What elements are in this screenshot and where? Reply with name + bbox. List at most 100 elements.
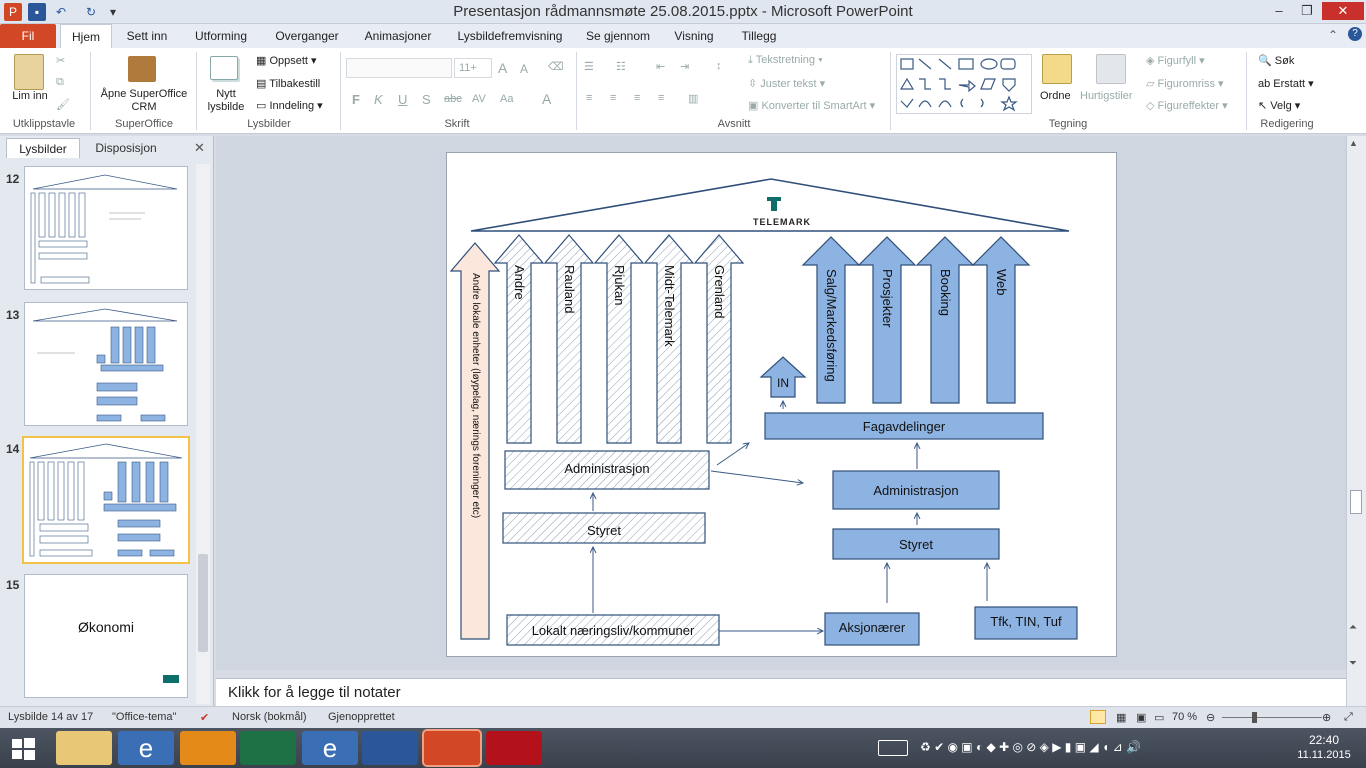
tab-design[interactable]: Utforming (184, 24, 258, 48)
bullets-icon[interactable]: ☰ (584, 60, 594, 73)
right-board-label[interactable]: Styret (833, 537, 999, 552)
new-slide-button[interactable]: Nytt lysbilde (200, 88, 252, 114)
notes-pane[interactable]: Klikk for å legge til notater (216, 678, 1346, 706)
start-button[interactable] (10, 736, 36, 762)
notes-placeholder[interactable]: Klikk for å legge til notater (228, 684, 401, 701)
cut-icon[interactable]: ✂ (56, 54, 65, 67)
text-direction-button[interactable]: ⤓ Tekstretning ▾ (748, 54, 823, 67)
normal-view-icon[interactable] (1090, 710, 1106, 724)
smartart-button[interactable]: ▣ Konverter til SmartArt ▾ (748, 99, 875, 112)
theme-name[interactable]: "Office-tema" (112, 711, 176, 723)
clock-time[interactable]: 22:40 (1304, 733, 1344, 747)
zoom-slider-thumb[interactable] (1252, 712, 1257, 723)
tab-file[interactable]: Fil (0, 24, 56, 48)
arrow-label-booking[interactable]: Booking (937, 269, 953, 399)
scroll-thumb[interactable] (1350, 490, 1362, 514)
tab-animations[interactable]: Animasjoner (356, 24, 440, 48)
zoom-slider[interactable] (1222, 717, 1322, 718)
arrow-label-andre[interactable]: Andre (511, 265, 527, 435)
grow-font-icon[interactable]: A (498, 60, 507, 76)
format-painter-icon[interactable]: 🖌 (56, 98, 70, 111)
minimize-button[interactable]: – (1264, 2, 1294, 20)
tab-slideshow[interactable]: Lysbildefremvisning (448, 24, 572, 48)
increase-indent-icon[interactable]: ⇥ (680, 60, 689, 73)
tray-icons[interactable]: ♻ ✔ ◉ ▣ ◐ ◆ ✚ ◎ ⊘ ◈ ▶ ▮ ▣ ◢ ◖ ⊿ 🔊 (920, 740, 1141, 754)
pane-scroll-thumb[interactable] (198, 554, 208, 652)
slide-thumbnail-13[interactable] (24, 302, 188, 426)
help-icon[interactable]: ? (1348, 27, 1362, 41)
replace-button[interactable]: ab Erstatt ▾ (1258, 77, 1314, 90)
justify-icon[interactable]: ≡ (658, 92, 664, 104)
close-button[interactable]: ✕ (1322, 2, 1364, 20)
underline-icon[interactable]: U (398, 92, 407, 107)
zoom-in-icon[interactable]: ⊕ (1322, 711, 1331, 724)
zoom-level[interactable]: 70 % (1172, 711, 1197, 723)
align-left-icon[interactable]: ≡ (586, 92, 592, 104)
tab-home[interactable]: Hjem (60, 24, 112, 48)
slide-canvas[interactable]: TELEMARK Andre lokale enheter (løypelag,… (446, 152, 1117, 657)
internet-explorer-icon[interactable]: e (118, 731, 174, 765)
shape-outline-button[interactable]: ▱ Figuromriss ▾ (1146, 77, 1224, 90)
numbering-icon[interactable]: ☷ (616, 60, 626, 73)
shapes-gallery[interactable] (896, 54, 1032, 114)
outlook-icon[interactable] (180, 731, 236, 765)
explorer-icon[interactable] (56, 731, 112, 765)
tab-view[interactable]: Visning (664, 24, 724, 48)
arrow-label-web[interactable]: Web (993, 269, 1009, 399)
font-color-icon[interactable]: A (542, 91, 551, 107)
slide-sorter-icon[interactable]: ▦ (1116, 711, 1126, 724)
superoffice-icon[interactable] (128, 56, 156, 82)
paste-icon[interactable] (14, 54, 44, 90)
tab-addins[interactable]: Tillegg (730, 24, 788, 48)
in-label[interactable]: IN (771, 376, 795, 390)
slideshow-icon[interactable]: ▭ (1154, 711, 1164, 724)
shape-fill-button[interactable]: ◈ Figurfyll ▾ (1146, 54, 1205, 67)
slide-thumbnail-12[interactable] (24, 166, 188, 290)
arrange-button[interactable]: Ordne (1040, 90, 1071, 102)
tab-transitions[interactable]: Overganger (266, 24, 348, 48)
open-superoffice-button[interactable]: Åpne SuperOffice CRM (96, 88, 192, 114)
aksjonaerer-label[interactable]: Aksjonærer (825, 620, 919, 635)
tall-arrow-label[interactable]: Andre lokale enheter (løypelag, nærings … (465, 273, 481, 633)
copy-icon[interactable]: ⧉ (56, 76, 64, 89)
prev-slide-icon[interactable]: ⏶ (1349, 622, 1357, 633)
select-button[interactable]: ↖ Velg ▾ (1258, 99, 1300, 112)
align-text-button[interactable]: ⇳ Juster tekst ▾ (748, 77, 825, 90)
align-right-icon[interactable]: ≡ (634, 92, 640, 104)
tab-slides[interactable]: Lysbilder (6, 138, 80, 158)
arrow-label-grenland[interactable]: Grenland (711, 265, 727, 435)
close-pane-icon[interactable]: ✕ (194, 140, 205, 156)
restore-button[interactable]: ❐ (1292, 2, 1322, 20)
tab-insert[interactable]: Sett inn (118, 24, 176, 48)
left-local-label[interactable]: Lokalt næringsliv/kommuner (507, 623, 719, 638)
language[interactable]: Norsk (bokmål) (232, 711, 307, 723)
fit-slide-icon[interactable]: ⤢ (1344, 711, 1353, 724)
save-icon[interactable]: ▪ (28, 3, 46, 21)
bold-icon[interactable]: F (352, 92, 360, 107)
zoom-out-icon[interactable]: ⊖ (1206, 711, 1215, 724)
paste-button[interactable]: Lim inn (10, 90, 50, 103)
undo-icon[interactable]: ↶ (52, 3, 70, 21)
reset-button[interactable]: ▤ Tilbakestill (256, 77, 320, 90)
editor-scrollbar[interactable]: ▲ ⏶ ⏷ (1346, 136, 1366, 706)
scroll-up-icon[interactable]: ▲ (1349, 138, 1358, 148)
decrease-indent-icon[interactable]: ⇤ (656, 60, 665, 73)
shrink-font-icon[interactable]: A (520, 62, 528, 76)
shadow-icon[interactable]: S (422, 92, 431, 107)
right-admin-label[interactable]: Administrasjon (833, 483, 999, 498)
find-button[interactable]: 🔍 Søk (1258, 54, 1294, 67)
slide-thumbnail-14-selected[interactable] (22, 436, 190, 564)
keyboard-icon[interactable] (878, 740, 908, 756)
pane-scrollbar[interactable] (196, 164, 210, 704)
left-board-label[interactable]: Styret (503, 523, 705, 538)
italic-icon[interactable]: K (374, 92, 383, 107)
arrow-label-salg[interactable]: Salg/Markedsføring (823, 269, 839, 399)
arrange-icon[interactable] (1042, 54, 1072, 84)
line-spacing-icon[interactable]: ↕ (716, 60, 722, 72)
slide-thumbnail-15[interactable]: Økonomi (24, 574, 188, 698)
reading-view-icon[interactable]: ▣ (1136, 711, 1146, 724)
tab-review[interactable]: Se gjennom (580, 24, 656, 48)
clear-format-icon[interactable]: ⌫ (548, 60, 564, 73)
arrow-label-rjukan[interactable]: Rjukan (611, 265, 627, 435)
align-center-icon[interactable]: ≡ (610, 92, 616, 104)
